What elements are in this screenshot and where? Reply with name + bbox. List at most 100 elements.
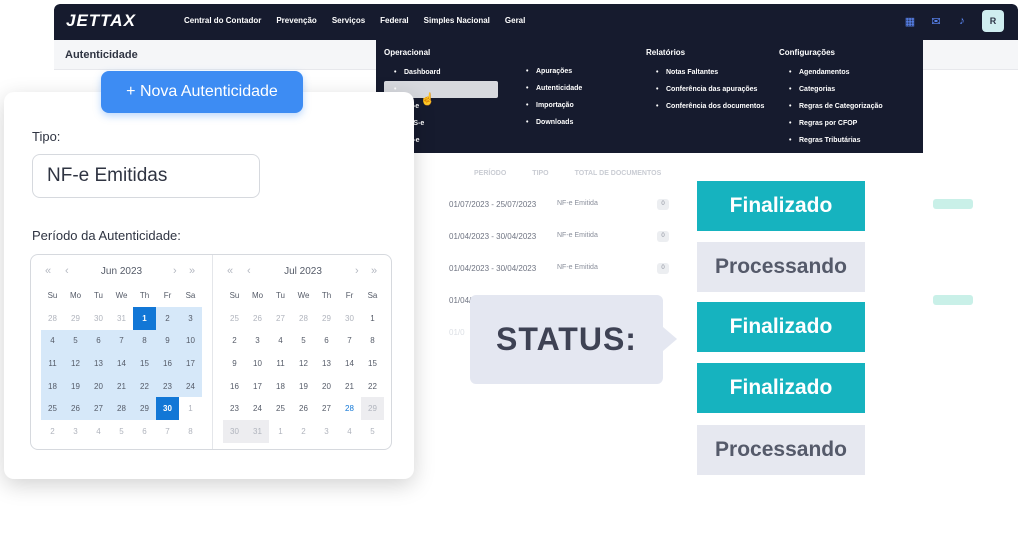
grid-icon[interactable]: ▦ (904, 15, 916, 28)
nav-servicos[interactable]: Serviços (332, 16, 365, 25)
calendar-day[interactable]: 15 (133, 352, 156, 375)
calendar-day[interactable]: 7 (156, 420, 179, 443)
menu-item-regras-tributarias[interactable]: Regras Tributárias (779, 132, 883, 149)
calendar-day[interactable]: 10 (246, 352, 269, 375)
menu-item-categorias[interactable]: Categorias (779, 81, 883, 98)
calendar-day[interactable]: 10 (179, 329, 202, 353)
calendar-day[interactable]: 3 (246, 330, 269, 353)
calendar-day[interactable]: 16 (223, 375, 246, 398)
calendar-day[interactable]: 2 (156, 307, 179, 330)
calendar-day[interactable]: 25 (269, 397, 292, 420)
menu-item-conferencia-apuracoes[interactable]: Conferência das apurações (646, 81, 764, 98)
calendar-day[interactable]: 19 (64, 374, 87, 398)
calendar-day[interactable]: 4 (338, 420, 361, 443)
calendar-day[interactable]: 28 (41, 307, 64, 330)
calendar-day[interactable]: 9 (156, 329, 179, 353)
calendar-day[interactable]: 21 (110, 374, 133, 398)
calendar-day[interactable]: 8 (361, 330, 384, 353)
calendar-day[interactable]: 18 (41, 374, 64, 398)
next-year-icon[interactable]: » (371, 265, 377, 277)
calendar-day[interactable]: 27 (315, 397, 338, 420)
calendar-day[interactable]: 28 (292, 307, 315, 330)
menu-item-agendamentos[interactable]: Agendamentos (779, 64, 883, 81)
calendar-day[interactable]: 22 (133, 374, 156, 398)
calendar-day[interactable]: 5 (292, 330, 315, 353)
calendar-day[interactable]: 13 (315, 352, 338, 375)
nav-federal[interactable]: Federal (380, 16, 408, 25)
calendar-day[interactable]: 29 (361, 397, 384, 420)
calendar-day[interactable]: 6 (133, 420, 156, 443)
calendar-day[interactable]: 8 (179, 420, 202, 443)
calendar-day[interactable]: 4 (41, 329, 64, 353)
bell-icon[interactable]: ♪ (956, 15, 968, 27)
next-year-icon[interactable]: » (189, 265, 195, 277)
calendar-day[interactable]: 11 (269, 352, 292, 375)
next-month-icon[interactable]: › (355, 265, 359, 277)
calendar-day[interactable]: 31 (110, 307, 133, 330)
calendar-day[interactable]: 3 (315, 420, 338, 443)
calendar-day[interactable]: 1 (269, 420, 292, 443)
calendar-day[interactable]: 3 (179, 307, 202, 330)
calendar-day[interactable]: 26 (64, 397, 87, 420)
nova-autenticidade-button[interactable]: + Nova Autenticidade (101, 71, 303, 113)
menu-item-importacao[interactable]: Importação (516, 97, 582, 114)
calendar-day[interactable]: 20 (87, 374, 110, 398)
calendar-day[interactable]: 24 (246, 397, 269, 420)
calendar-day[interactable]: 30 (338, 307, 361, 330)
menu-item-regras-categorizacao[interactable]: Regras de Categorização (779, 98, 883, 115)
menu-item-downloads[interactable]: Downloads (516, 114, 582, 131)
nav-simples-nacional[interactable]: Simples Nacional (424, 16, 490, 25)
calendar-day[interactable]: 14 (110, 352, 133, 375)
mail-icon[interactable]: ✉ (930, 15, 942, 28)
calendar-day[interactable]: 3 (64, 420, 87, 443)
calendar-day[interactable]: 18 (269, 375, 292, 398)
nav-prevencao[interactable]: Prevenção (276, 16, 316, 25)
user-avatar[interactable]: R (982, 10, 1004, 32)
calendar-day[interactable]: 20 (315, 375, 338, 398)
calendar-day[interactable]: 2 (223, 330, 246, 353)
calendar-day[interactable]: 4 (269, 330, 292, 353)
calendar-day[interactable]: 2 (41, 420, 64, 443)
calendar-day[interactable]: 24 (179, 374, 202, 398)
calendar-day[interactable]: 16 (156, 352, 179, 375)
calendar-day[interactable]: 12 (64, 352, 87, 375)
calendar-day[interactable]: 5 (361, 420, 384, 443)
calendar-day[interactable]: 29 (64, 307, 87, 330)
calendar-day[interactable]: 25 (223, 307, 246, 330)
calendar-day[interactable]: 4 (87, 420, 110, 443)
calendar-day[interactable]: 19 (292, 375, 315, 398)
calendar-day[interactable]: 7 (338, 330, 361, 353)
calendar-day[interactable]: 13 (87, 352, 110, 375)
calendar-day[interactable]: 26 (246, 307, 269, 330)
calendar-day[interactable]: 27 (87, 397, 110, 420)
nav-geral[interactable]: Geral (505, 16, 525, 25)
jettax-logo[interactable]: JETTAX (66, 11, 136, 31)
nav-central-do-contador[interactable]: Central do Contador (184, 16, 261, 25)
menu-item-apuracoes[interactable]: Apurações (516, 63, 582, 80)
calendar-day[interactable]: 6 (87, 329, 110, 353)
calendar-day[interactable]: 17 (246, 375, 269, 398)
calendar-day[interactable]: 17 (179, 352, 202, 375)
calendar-day[interactable]: 5 (64, 329, 87, 353)
calendar-day[interactable]: 30 (156, 397, 179, 420)
calendar-day[interactable]: 8 (133, 329, 156, 353)
calendar-day[interactable]: 6 (315, 330, 338, 353)
calendar-day[interactable]: 22 (361, 375, 384, 398)
calendar-day[interactable]: 11 (41, 352, 64, 375)
calendar-day[interactable]: 1 (361, 307, 384, 330)
calendar-day[interactable]: 23 (156, 374, 179, 398)
calendar-day[interactable]: 15 (361, 352, 384, 375)
calendar-day[interactable]: 2 (292, 420, 315, 443)
menu-item-dashboard[interactable]: Dashboard (384, 64, 498, 81)
calendar-day[interactable]: 27 (269, 307, 292, 330)
calendar-day[interactable]: 29 (315, 307, 338, 330)
calendar-day[interactable]: 1 (179, 397, 202, 420)
calendar-day[interactable]: 1 (133, 307, 156, 330)
calendar-day[interactable]: 31 (246, 419, 269, 443)
calendar-day[interactable]: 25 (41, 397, 64, 420)
calendar-day[interactable]: 12 (292, 352, 315, 375)
calendar-day[interactable]: 9 (223, 352, 246, 375)
calendar-day[interactable]: 5 (110, 420, 133, 443)
menu-item-regras-cfop[interactable]: Regras por CFOP (779, 115, 883, 132)
menu-item-notas-faltantes[interactable]: Notas Faltantes (646, 64, 764, 81)
